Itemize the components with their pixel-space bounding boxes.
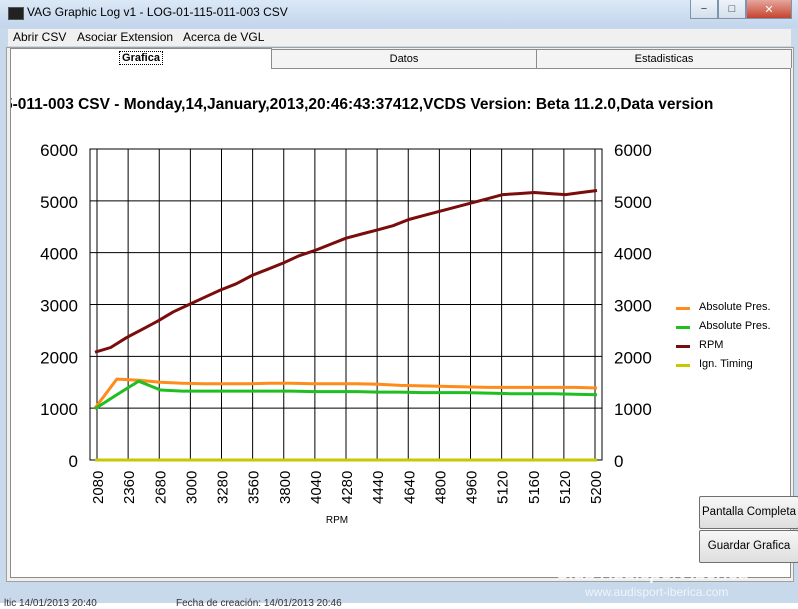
y-tick-label-left: 1000 — [40, 400, 78, 419]
x-tick-label: 4440 — [370, 471, 387, 504]
x-tick-label: 2680 — [152, 471, 169, 504]
watermark-url: www.audisport-iberica.com — [585, 585, 729, 599]
status-left: ltic 14/01/2013 20:40 — [4, 598, 97, 609]
chart: 0 0 1000 1000 2000 2000 3000 3000 4000 4000 5000 50… — [40, 141, 652, 526]
title-bar[interactable]: VAG Graphic Log v1 - LOG-01-115-011-003 … — [0, 0, 798, 28]
x-tick-label: 4960 — [464, 471, 481, 504]
legend-label: RPM — [699, 339, 724, 351]
legend-label: Absolute Pres. — [699, 320, 771, 332]
menu-abrir-csv[interactable]: Abrir CSV — [13, 30, 66, 44]
save-chart-button[interactable]: Guardar Grafica — [699, 530, 798, 563]
tab-estadisticas[interactable]: Estadisticas — [536, 49, 792, 68]
x-tick-label: 4640 — [401, 471, 418, 504]
menu-acerca-de[interactable]: Acerca de VGL — [183, 30, 264, 44]
y-tick-label-left: 4000 — [40, 245, 78, 264]
watermark: Club Audisport Iberica — [556, 563, 749, 583]
x-tick-label: 5120 — [557, 471, 574, 504]
y-tick-label-right: 2000 — [614, 348, 652, 367]
main-area: Grafica Datos Estadisticas 5-011-003 CSV… — [6, 47, 798, 582]
x-tick-label: 3280 — [215, 471, 232, 504]
fullscreen-button[interactable]: Pantalla Completa — [699, 496, 798, 529]
app-window: VAG Graphic Log v1 - LOG-01-115-011-003 … — [0, 0, 798, 609]
y-tick-label-right: 0 — [614, 452, 623, 471]
y-tick-label-left: 6000 — [40, 141, 78, 160]
y-tick-label-left: 2000 — [40, 348, 78, 367]
x-tick-label: 4280 — [339, 471, 356, 504]
x-tick-label: 3000 — [183, 471, 200, 504]
x-tick-label: 2080 — [90, 471, 107, 504]
tab-grafica[interactable]: Grafica — [10, 48, 272, 69]
x-tick-label: 5120 — [495, 471, 512, 504]
close-button[interactable]: ✕ — [746, 0, 792, 19]
y-tick-label-left: 0 — [69, 452, 78, 471]
minimize-button[interactable]: − — [690, 0, 718, 19]
legend-label: Ign. Timing — [699, 358, 753, 370]
app-icon — [8, 7, 24, 20]
chart-panel: 5-011-003 CSV - Monday,14,January,2013,2… — [10, 68, 798, 578]
x-tick-label: 2360 — [121, 471, 138, 504]
tab-grafica-label: Grafica — [119, 51, 163, 65]
window-controls: − □ ✕ — [690, 0, 792, 20]
y-tick-label-right: 3000 — [614, 297, 652, 316]
legend-swatch-abs-pres-2 — [676, 326, 690, 329]
window-title: VAG Graphic Log v1 - LOG-01-115-011-003 … — [27, 5, 288, 19]
legend-label: Absolute Pres. — [699, 301, 771, 313]
status-right: Fecha de creación: 14/01/2013 20:46 — [176, 598, 342, 609]
y-tick-label-left: 5000 — [40, 193, 78, 212]
x-axis-label: RPM — [326, 515, 348, 526]
menu-bar: Abrir CSV Asociar Extension Acerca de VG… — [8, 29, 791, 46]
x-tick-label: 3560 — [246, 471, 263, 504]
x-tick-label: 5160 — [526, 471, 543, 504]
y-tick-label-right: 1000 — [614, 400, 652, 419]
y-tick-label-right: 5000 — [614, 193, 652, 212]
maximize-button[interactable]: □ — [718, 0, 746, 19]
legend-swatch-abs-pres-1 — [676, 307, 690, 310]
x-tick-label: 4800 — [432, 471, 449, 504]
y-tick-label-right: 6000 — [614, 141, 652, 160]
x-tick-label: 4040 — [308, 471, 325, 504]
legend-swatch-ign-timing — [676, 364, 690, 367]
legend-swatch-rpm — [676, 345, 690, 348]
y-tick-label-right: 4000 — [614, 245, 652, 264]
x-tick-label: 3800 — [277, 471, 294, 504]
menu-asociar-extension[interactable]: Asociar Extension — [77, 30, 173, 44]
y-tick-label-left: 3000 — [40, 297, 78, 316]
tab-datos[interactable]: Datos — [271, 49, 537, 68]
x-tick-label: 5200 — [588, 471, 605, 504]
